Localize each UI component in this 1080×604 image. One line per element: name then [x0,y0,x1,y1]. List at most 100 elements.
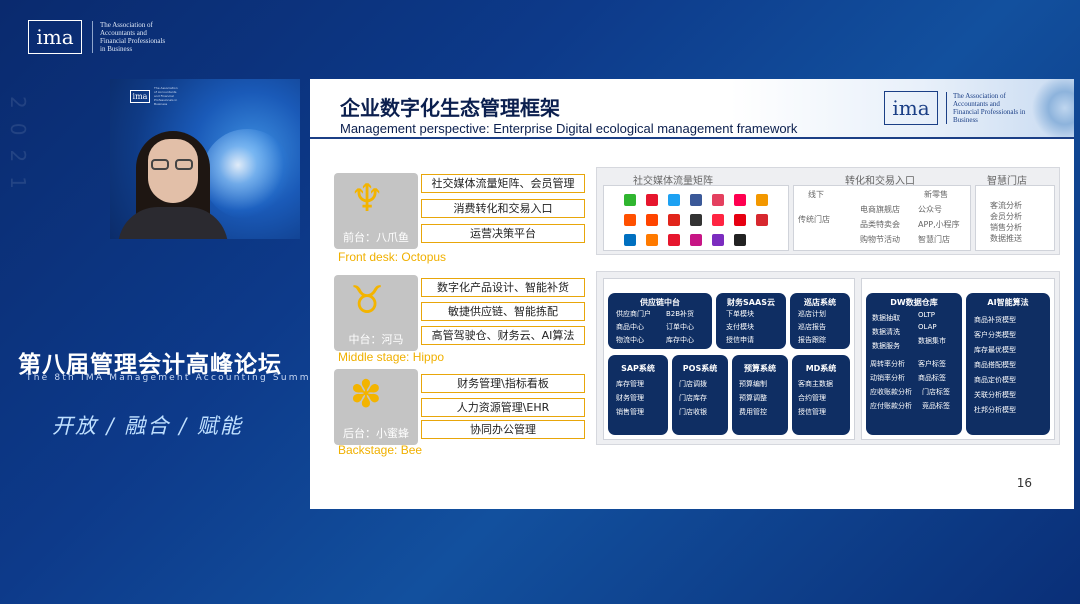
new-retail-title: 新零售 [924,190,948,199]
front-panel: 社交媒体流量矩阵 转化和交易入口 线下 传统门店 电商旗舰店 品类特卖会 购物节… [596,167,1060,255]
bee-icon: ✽ 后台：小蜜蜂 [334,369,418,445]
dw-item-10: 商品标签 [918,374,946,382]
budget-item-3: 费用管控 [739,408,767,416]
smart-store-box: 客流分析 会员分析 销售分析 数据推送 [975,185,1055,251]
slide-ima-logo: ima The Association of Accountants and F… [884,91,1026,125]
facebook-icon [690,194,702,206]
slide-logo-box: ima [884,91,938,125]
supply-chain-title: 供应链中台 [640,298,680,307]
front-item-3: 运营决策平台 [421,224,585,243]
slide-subtitle: Management perspective: Enterprise Digit… [340,121,798,136]
tier-front-english: Front desk: Octopus [338,250,447,264]
middle-item-1: 数字化产品设计、智能补货 [421,278,585,297]
saas-item-3: 授信申请 [726,336,754,344]
dw-item-1: 数据抽取 [872,314,900,322]
globe-graphic [202,129,292,219]
speaker-body [118,207,228,239]
hippo-glyph: ♉ [350,278,385,322]
hippo-icon: ♉ 中台：河马 [334,275,418,351]
new-retail-item-3: 智慧门店 [918,235,950,244]
supply-item-4: 订单中心 [666,323,694,331]
twitter-icon [668,194,680,206]
patrol-system-title: 巡店系统 [804,298,836,307]
sina-icon [668,234,680,246]
pos-item-2: 门店库存 [679,394,707,402]
presentation-slide: 企业数字化生态管理框架 Management perspective: Ente… [310,79,1074,509]
budget-system-box: 预算系统 预算编制 预算调整 费用管控 [732,355,788,435]
patrol-item-2: 巡店报告 [798,323,826,331]
budget-item-2: 预算调整 [739,394,767,402]
video-logo: ima The Association of Accountants and F… [130,86,180,106]
slide-header: 企业数字化生态管理框架 Management perspective: Ente… [310,79,1074,139]
ai-item-4: 商品搭配模型 [974,361,1016,369]
supply-item-1: 供应商门户 [616,310,651,318]
dw-item-11: 应收账款分析 [870,388,912,396]
budget-system-title: 预算系统 [744,364,776,373]
sap-item-1: 库存管理 [616,380,644,388]
slide-globe-graphic [1028,79,1074,137]
smart-item-3: 销售分析 [990,223,1022,232]
patrol-item-1: 巡店计划 [798,310,826,318]
summit-subtitle: The 8th IMA Management Accounting Summit [26,373,322,383]
middle-item-2: 敏捷供应链、智能拣配 [421,302,585,321]
supply-item-5: 物流中心 [616,336,644,344]
video-ima-logo: ima [130,89,150,103]
ai-item-5: 商品定价模型 [974,376,1016,384]
marie-claire-icon [734,234,746,246]
zhihu-icon [690,214,702,226]
sap-system-box: SAP系统 库存管理 财务管理 销售管理 [608,355,668,435]
supply-item-2: B2B补货 [666,310,695,318]
dw-box: DW数据仓库 数据抽取 OLTP 数据清洗 OLAP 数据服务 数据集市 周转率… [866,293,962,435]
ai-title: AI智能算法 [987,298,1029,307]
dw-item-4: OLAP [918,323,937,331]
feizhu-icon [756,194,768,206]
octopus-icon: ♆ 前台：八爪鱼 [334,173,418,249]
dw-item-3: 数据清洗 [872,328,900,336]
md-item-1: 客商主数据 [798,380,833,388]
vip-icon [734,214,746,226]
middle-item-3: 高管驾驶仓、财务云、AI算法 [421,326,585,345]
summit-slogan: 开放 / 融合 / 赋能 [52,414,243,438]
business-systems-box: 供应链中台 供应商门户 B2B补货 商品中心 订单中心 物流中心 库存中心 财务… [603,278,855,440]
systems-panel: 供应链中台 供应商门户 B2B补货 商品中心 订单中心 物流中心 库存中心 财务… [596,271,1060,445]
instagram-icon [712,194,724,206]
md-system-title: MD系统 [805,364,837,373]
year-watermark: 2021 [6,96,30,203]
mid-item-3: 购物节活动 [860,235,900,244]
finance-saas-box: 财务SAAS云 下单模块 支付模块 授信申请 [716,293,786,349]
douyin-icon [734,194,746,206]
supply-item-6: 库存中心 [666,336,694,344]
speaker-glasses [151,159,195,171]
back-item-1: 财务管理\指标看板 [421,374,585,393]
new-retail-item-2: APP,小程序 [918,220,960,229]
smart-item-2: 会员分析 [990,212,1022,221]
wechat-icon [624,194,636,206]
dw-item-2: OLTP [918,311,935,319]
pos-system-title: POS系统 [682,364,718,373]
weibo-icon [646,194,658,206]
back-item-3: 协同办公管理 [421,420,585,439]
dw-item-6: 数据集市 [918,337,946,345]
dw-title: DW数据仓库 [890,298,938,307]
md-system-box: MD系统 客商主数据 合约管理 授信管理 [792,355,850,435]
sap-item-2: 财务管理 [616,394,644,402]
bee-glyph: ✽ [350,372,382,416]
budget-item-1: 预算编制 [739,380,767,388]
smart-item-4: 数据推送 [990,234,1022,243]
finance-saas-title: 财务SAAS云 [727,298,775,307]
pos-item-3: 门店收银 [679,408,707,416]
slide-page-number: 16 [1016,476,1032,490]
tmall-icon [646,214,658,226]
speaker-face [148,139,198,203]
octopus-glyph: ♆ [350,176,385,220]
dw-item-7: 周转率分析 [870,360,905,368]
tier-back-english: Backstage: Bee [338,443,423,457]
md-item-3: 授信管理 [798,408,826,416]
ima-header-logo: ima The Association of Accountants and F… [28,20,182,54]
patrol-item-3: 报告跟踪 [798,336,826,344]
ai-item-3: 库存最优模型 [974,346,1016,354]
patrol-system-box: 巡店系统 巡店计划 巡店报告 报告跟踪 [790,293,850,349]
dw-item-13: 应付账款分析 [870,402,912,410]
mid-item-1: 电商旗舰店 [860,205,900,214]
speaker-video[interactable]: ima The Association of Accountants and F… [110,79,300,239]
